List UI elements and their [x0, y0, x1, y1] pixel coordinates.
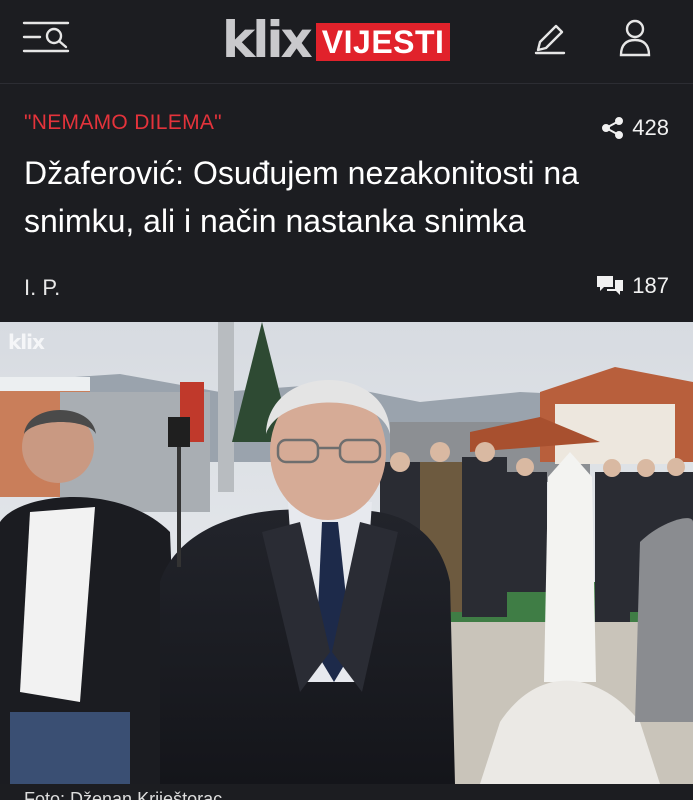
share-icon	[602, 117, 624, 139]
comment-count: 187	[632, 273, 669, 298]
article-header: "NEMAMO DILEMA" 428 Džaferović: Osuđujem…	[0, 85, 693, 321]
article-author[interactable]: I. P.	[24, 275, 60, 301]
pencil-icon[interactable]	[532, 20, 568, 56]
user-icon[interactable]	[617, 18, 653, 58]
photo-caption: Foto: Dženan Kriještorac	[24, 790, 223, 800]
share-button[interactable]: 428	[602, 115, 669, 141]
photo-illustration	[0, 322, 693, 784]
photo-caption-strip: Foto: Dženan Kriještorac	[0, 784, 693, 800]
logo-word: klix	[222, 11, 313, 69]
top-bar: klix VIJESTI	[0, 0, 693, 84]
comments-button[interactable]: 187	[596, 273, 669, 299]
article-title: Džaferović: Osuđujem nezakonitosti na sn…	[24, 155, 579, 239]
article-photo[interactable]: klix	[0, 322, 693, 784]
comments-icon	[597, 276, 624, 295]
article-kicker: "NEMAMO DILEMA"	[24, 111, 222, 134]
menu-search-icon[interactable]	[22, 18, 72, 58]
section-badge: VIJESTI	[315, 23, 451, 61]
photo-watermark: klix	[8, 330, 45, 354]
share-count: 428	[632, 115, 669, 140]
klix-logo[interactable]: klix VIJESTI	[222, 11, 451, 69]
